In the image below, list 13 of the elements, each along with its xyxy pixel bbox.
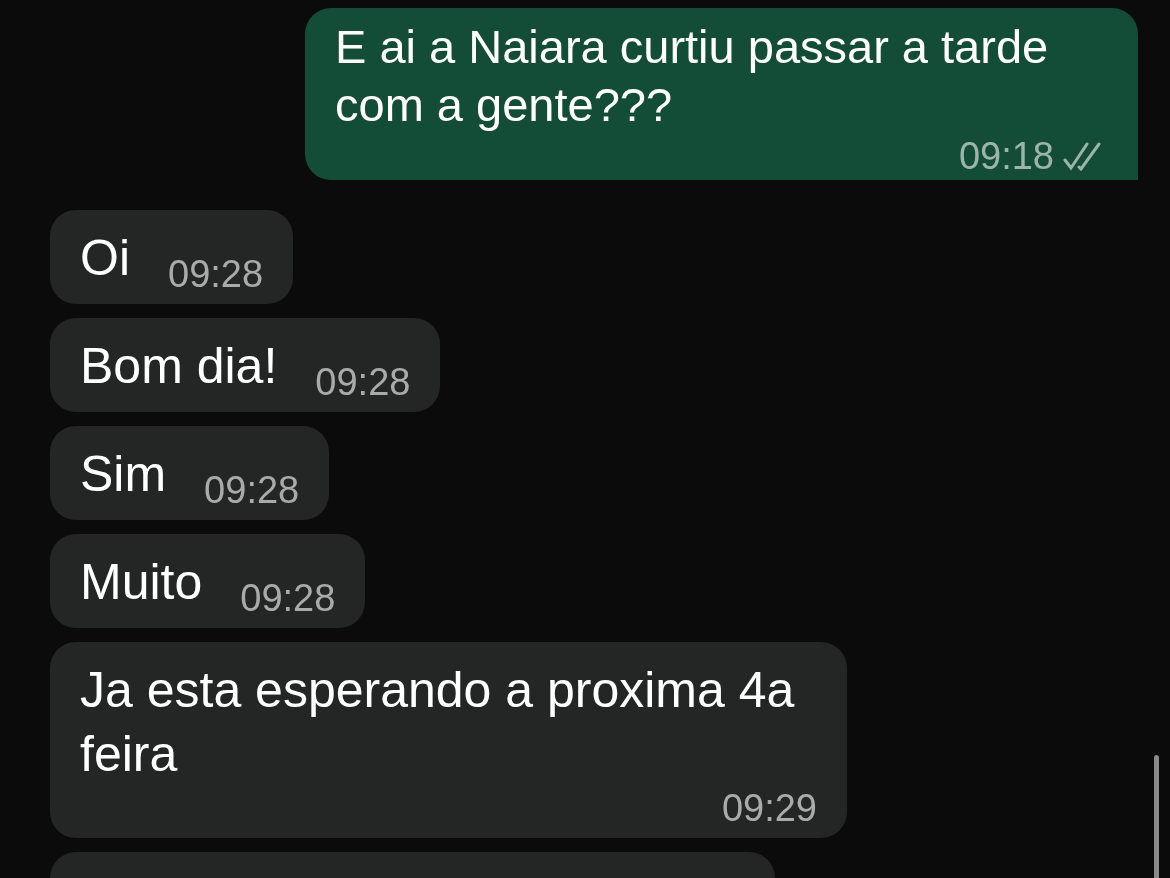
message-text: Sim: [80, 445, 167, 504]
message-text: Muito: [80, 553, 203, 612]
message-time: 09:29: [721, 786, 817, 830]
message-text: Bom dia!: [80, 337, 278, 396]
message-text: E ai a Naiara curtiu passar a tarde com a gente???: [335, 19, 1050, 133]
message-time: 09:28: [168, 252, 264, 296]
message-text: Ja esta esperando a proxima 4a feira: [80, 661, 796, 784]
message-time: 09:28: [204, 468, 300, 512]
scroll-bar[interactable]: [1154, 755, 1159, 878]
message-text: Oi: [80, 229, 130, 288]
message-time: 09:28: [240, 576, 336, 620]
message-time: 09:28: [315, 360, 411, 404]
message-time: 09:18: [958, 134, 1054, 178]
